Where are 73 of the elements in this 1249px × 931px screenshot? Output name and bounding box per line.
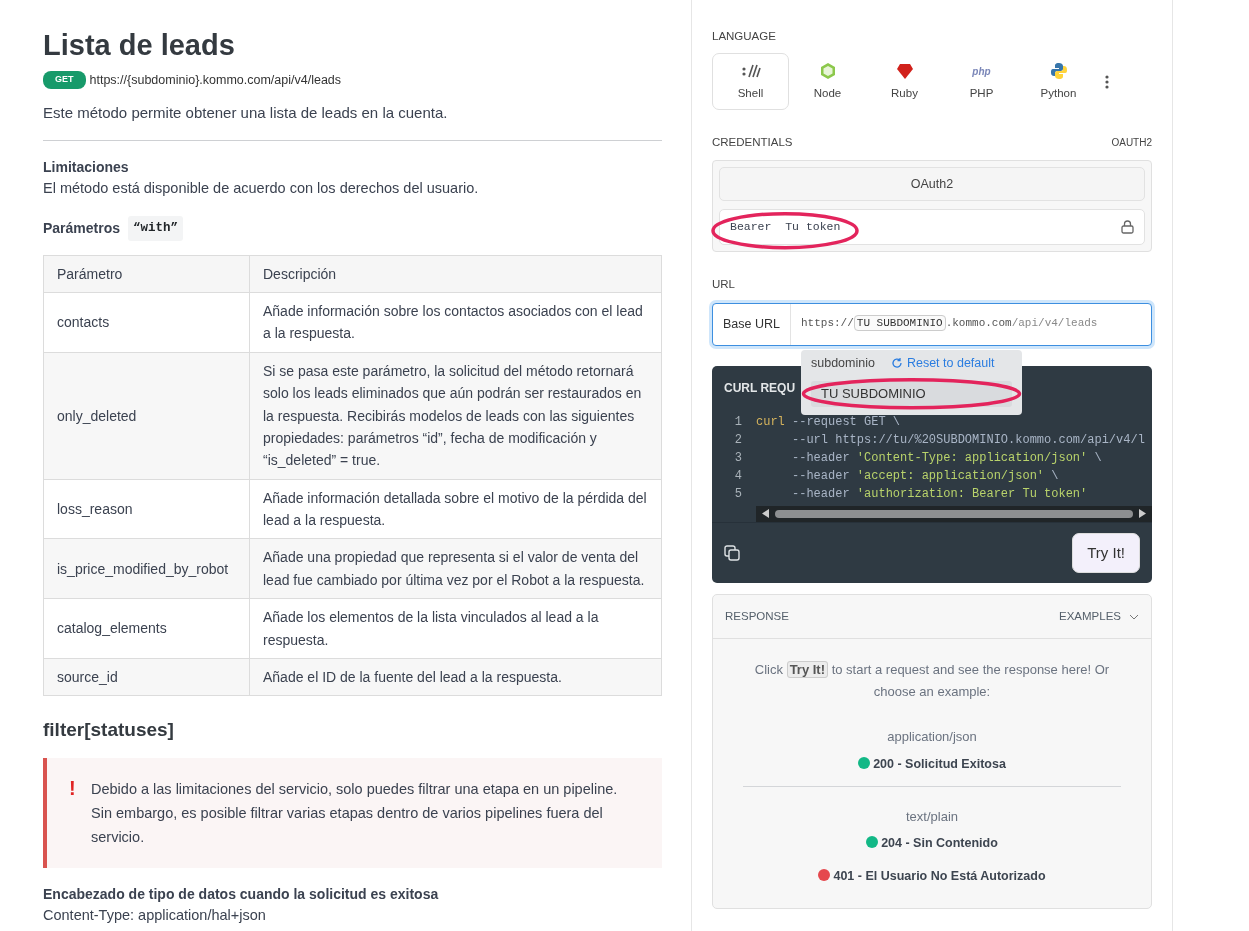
terminal-icon xyxy=(741,64,761,78)
table-cell: Si se pasa este parámetro, la solicitud del método retornará solo los leads eliminados que aún podrán ser restaurados en la respuesta. Recibirás modelos de leads con las siguientes propiedades: parámetros “id”, fecha de modificación y “is_deleted” = true. xyxy=(249,352,662,480)
auth-button[interactable]: OAuth2 xyxy=(719,166,1145,202)
code-line: --url https://tu/%20SUBDOMINIO.kommo.com/api/v4/l xyxy=(791,432,1145,447)
column-header: Parámetro xyxy=(43,255,250,293)
right-arrow-icon[interactable] xyxy=(1139,509,1146,518)
code-line: --header 'authorization: Bearer Tu token' xyxy=(791,486,1088,501)
section-heading: Encabezado de tipo de datos cuando la solicitud es exitosa xyxy=(43,884,440,904)
chevron-icon xyxy=(1129,613,1139,620)
lock-icon xyxy=(1121,219,1134,234)
language-tab[interactable]: php PHP xyxy=(943,53,1020,111)
content-type-label: application/json xyxy=(886,728,978,747)
table-cell: is_price_modified_by_robot xyxy=(43,538,250,599)
table-cell: Añade información detallada sobre el motivo de la pérdida del lead a la respuesta. xyxy=(249,479,662,539)
example-link[interactable]: 204 - Sin Contenido xyxy=(743,834,1121,853)
token-field[interactable]: Bearer Tu token xyxy=(719,209,1145,245)
snake-icon xyxy=(1050,63,1067,80)
section-heading: Parámetros xyxy=(43,218,121,238)
code-line: --header 'accept: application/json' \ xyxy=(791,468,1059,483)
page-title: Lista de leads xyxy=(43,28,236,63)
table-cell: Añade los elementos de la lista vinculados al lead a la respuesta. xyxy=(249,598,662,659)
header-text: Content-Type: application/hal+json xyxy=(43,905,267,925)
code-title: CURL REQU xyxy=(724,380,796,395)
method-badge: GET xyxy=(43,71,86,89)
php-logo: php xyxy=(972,64,991,79)
table-cell: Añade una propiedad que representa si el valor de venta del lead fue cambiado por última vez por el Robot a la respuesta. xyxy=(249,538,662,599)
language-tab[interactable]: Shell xyxy=(712,53,789,111)
auth-type-label: OAUTH2 xyxy=(1111,136,1152,151)
table-cell: Añade el ID de la fuente del lead a la respuesta. xyxy=(249,658,662,696)
section-heading: filter[statuses] xyxy=(43,718,175,743)
content-type-label: text/plain xyxy=(904,807,959,826)
section-heading: Limitaciones xyxy=(43,158,130,178)
example-link[interactable]: 401 - El Usuario No Está Autorizado xyxy=(743,866,1121,886)
line-number: 3 xyxy=(733,449,743,467)
column-header: Descripción xyxy=(249,255,662,293)
section-label: CREDENTIALS xyxy=(712,135,793,151)
endpoint-url: https://{subdominio}.kommo.com/api/v4/leads xyxy=(89,71,342,89)
hint-text: Click Try It! to start a request and see the response here! Or choose an example: xyxy=(753,660,1111,702)
language-tab[interactable]: Node xyxy=(789,53,866,111)
line-number: 4 xyxy=(733,467,743,485)
code-line: --header 'Content-Type: application/json' \ xyxy=(791,450,1102,465)
language-tab[interactable]: Ruby xyxy=(866,53,943,111)
hexagon-icon xyxy=(820,63,835,80)
line-number: 1 xyxy=(733,413,743,431)
example-link[interactable]: 200 - Solicitud Exitosa xyxy=(743,754,1121,774)
section-label: RESPONSE xyxy=(725,609,789,624)
alert-text: Debido a las limitaciones del servicio, solo puedes filtrar una etapa en un pipeline. Sin embargo, es posible filtrar varias etapas dentro de varios pipelines fuera del servicio. xyxy=(91,779,619,847)
description-text: Este método permite obtener una lista de leads en la cuenta. xyxy=(43,102,449,123)
scrollbar[interactable] xyxy=(756,505,1152,522)
examples-dropdown[interactable]: EXAMPLES xyxy=(1059,608,1139,626)
more-icon[interactable] xyxy=(1105,74,1109,89)
try-it-button[interactable]: Try It! xyxy=(1072,532,1140,573)
table-cell: Añade información sobre los contactos asociados con el lead a la respuesta. xyxy=(249,292,662,353)
code-line: curl --request GET \ xyxy=(756,414,901,429)
line-number: 2 xyxy=(733,431,743,449)
try-it-key: Try It! xyxy=(786,661,829,679)
alert-icon: ! xyxy=(69,777,91,850)
table-cell: only_deleted xyxy=(43,352,250,480)
table-cell: loss_reason xyxy=(43,479,250,539)
section-label: URL xyxy=(712,276,736,292)
variable-name: subdominio xyxy=(811,354,875,372)
language-tab[interactable]: Python xyxy=(1020,53,1097,111)
line-number: 5 xyxy=(733,485,743,503)
table-cell: source_id xyxy=(43,658,250,696)
left-arrow-icon[interactable] xyxy=(762,509,769,518)
table-cell: contacts xyxy=(43,292,250,353)
code-snippet: “with” xyxy=(128,215,184,241)
section-label: LANGUAGE xyxy=(712,29,777,44)
refresh-icon xyxy=(892,357,902,368)
limits-text: El método está disponible de acuerdo con los derechos del usuario. xyxy=(43,179,480,199)
gem-icon xyxy=(896,63,913,79)
table-cell: catalog_elements xyxy=(43,598,250,659)
copy-icon[interactable] xyxy=(724,544,740,561)
